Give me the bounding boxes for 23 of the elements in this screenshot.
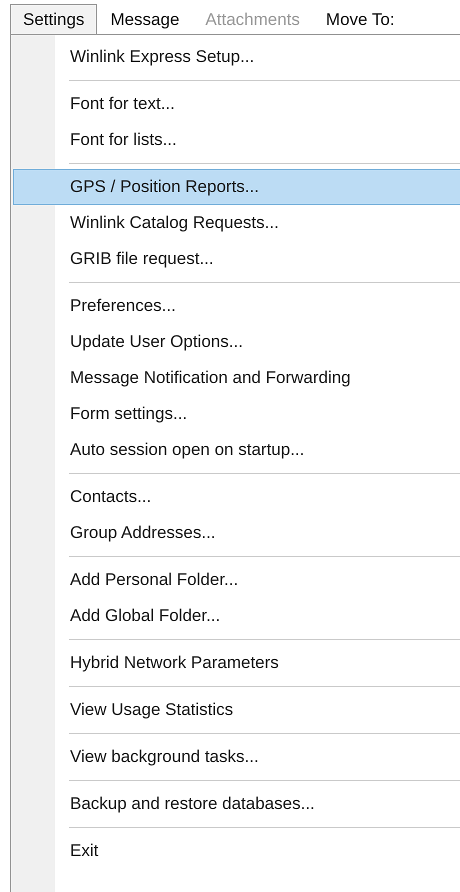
menu-item[interactable]: GRIB file request... (13, 241, 460, 277)
menu-item[interactable]: View background tasks... (13, 739, 460, 775)
menu-item[interactable]: Add Personal Folder... (13, 562, 460, 598)
menu-item[interactable]: Preferences... (13, 288, 460, 324)
menu-item[interactable]: Hybrid Network Parameters (13, 645, 460, 681)
menu-item[interactable]: Contacts... (13, 479, 460, 515)
menu-item[interactable]: Backup and restore databases... (13, 786, 460, 822)
menu-bar-item[interactable]: Message (97, 4, 192, 34)
menu-item[interactable]: View Usage Statistics (13, 692, 460, 728)
menu-bar-item[interactable]: Move To: (312, 4, 408, 34)
menu-bar-item[interactable]: Settings (10, 4, 98, 34)
menu-item[interactable]: GPS / Position Reports... (13, 169, 460, 205)
menu-item[interactable]: Winlink Express Setup... (13, 39, 460, 75)
menu-item[interactable]: Message Notification and Forwarding (13, 360, 460, 396)
menu-item[interactable]: Group Addresses... (13, 515, 460, 551)
menu-item[interactable]: Auto session open on startup... (13, 432, 460, 468)
menu-item[interactable]: Form settings... (13, 396, 460, 432)
menu-item[interactable]: Add Global Folder... (13, 598, 460, 634)
menu-item[interactable]: Font for lists... (13, 122, 460, 158)
menu-item[interactable]: Winlink Catalog Requests... (13, 205, 460, 241)
menu-item[interactable]: Font for text... (13, 86, 460, 122)
menu-item[interactable]: Update User Options... (13, 324, 460, 360)
menu-item[interactable]: Exit (13, 833, 460, 869)
